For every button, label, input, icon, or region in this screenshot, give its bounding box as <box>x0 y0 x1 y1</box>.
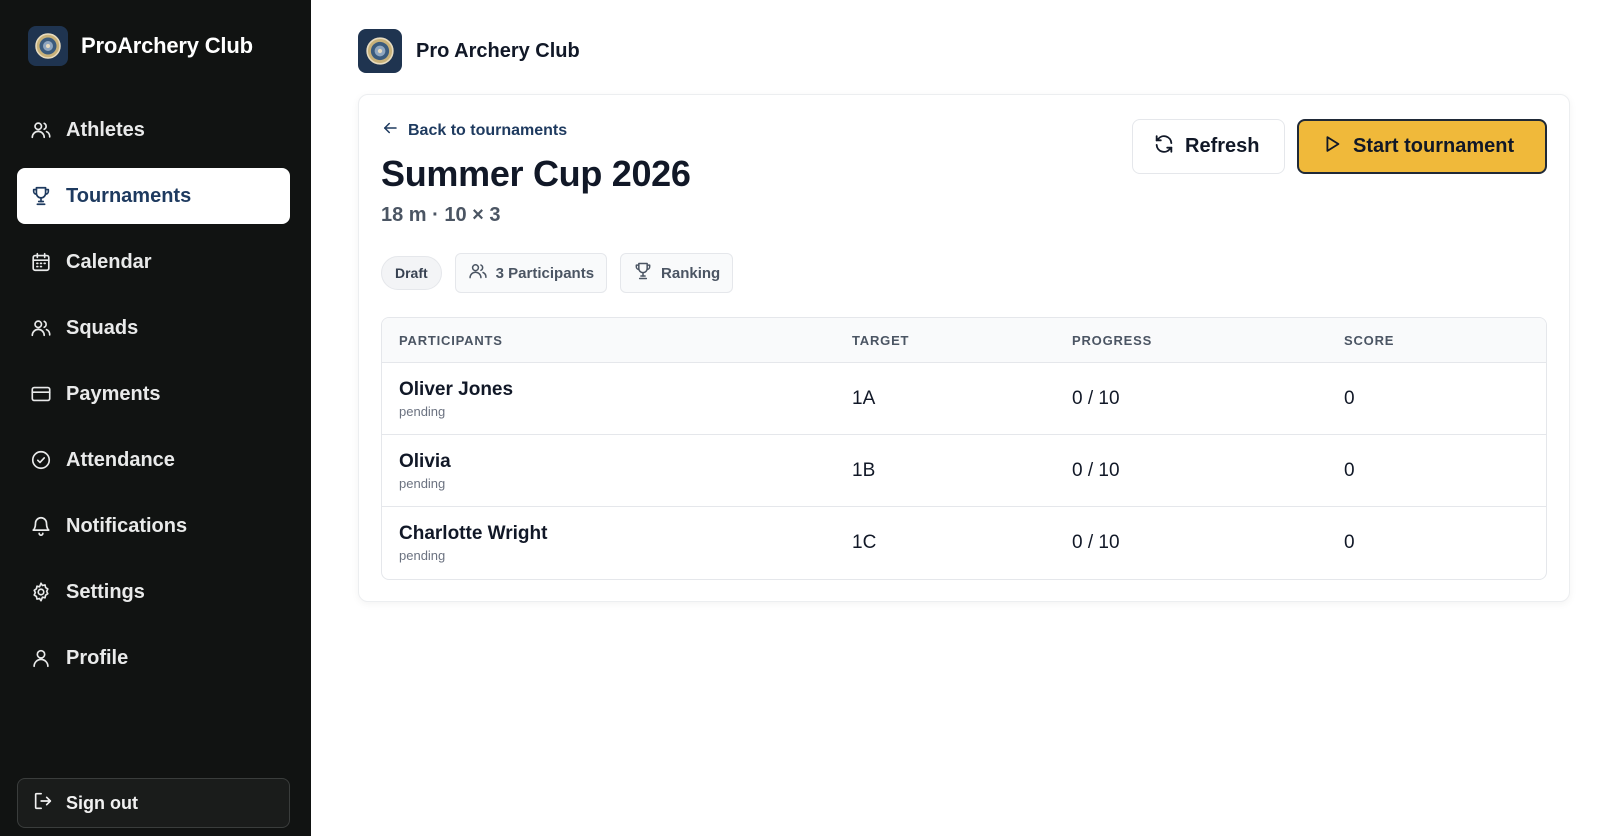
ranking-chip[interactable]: Ranking <box>620 253 734 293</box>
participants-table: PARTICIPANTS TARGET PROGRESS SCORE Olive… <box>381 317 1547 580</box>
refresh-label: Refresh <box>1185 135 1260 157</box>
tournament-title: Summer Cup 2026 <box>381 153 691 194</box>
gear-icon <box>30 581 52 603</box>
participants-chip-label: 3 Participants <box>495 264 595 282</box>
status-badge: Draft <box>381 256 442 290</box>
sign-out-icon <box>32 790 54 817</box>
column-header-participants[interactable]: PARTICIPANTS <box>382 333 852 348</box>
sidebar-item-label: Calendar <box>66 250 152 273</box>
participant-cell: Charlotte Wright pending <box>382 523 852 563</box>
start-tournament-label: Start tournament <box>1353 135 1515 157</box>
users-icon <box>468 261 488 285</box>
brand[interactable]: ProArchery Club <box>28 26 253 66</box>
tournament-chips: Draft 3 Participants Ranking <box>381 253 734 293</box>
tournament-actions: Refresh Start tournament <box>1132 119 1547 174</box>
participant-status: pending <box>399 403 446 419</box>
progress-cell: 0 / 10 <box>1072 459 1120 481</box>
sidebar-item-attendance[interactable]: Attendance <box>17 432 290 488</box>
column-header-progress[interactable]: PROGRESS <box>1072 333 1344 348</box>
sidebar-item-tournaments[interactable]: Tournaments <box>17 168 290 224</box>
bell-icon <box>30 515 52 537</box>
sign-out-button[interactable]: Sign out <box>17 778 290 828</box>
page-header-title: Pro Archery Club <box>416 39 580 62</box>
participants-chip[interactable]: 3 Participants <box>454 253 608 293</box>
column-header-score[interactable]: SCORE <box>1344 333 1546 348</box>
arrow-left-icon <box>381 119 399 142</box>
table-row[interactable]: Olivia pending 1B 0 / 10 0 <box>382 435 1546 507</box>
sidebar-item-label: Attendance <box>66 448 175 471</box>
sidebar-item-payments[interactable]: Payments <box>17 366 290 422</box>
club-logo <box>358 29 402 73</box>
credit-card-icon <box>30 383 52 405</box>
sidebar-item-settings[interactable]: Settings <box>17 564 290 620</box>
sidebar-item-label: Squads <box>66 316 139 339</box>
back-link-label: Back to tournaments <box>408 121 568 139</box>
sidebar-item-label: Payments <box>66 382 161 405</box>
back-to-tournaments-link[interactable]: Back to tournaments <box>381 119 567 142</box>
tournament-card: Back to tournaments Summer Cup 2026 18 m… <box>358 94 1570 602</box>
sidebar-item-profile[interactable]: Profile <box>17 630 290 686</box>
progress-cell: 0 / 10 <box>1072 387 1120 409</box>
table-header: PARTICIPANTS TARGET PROGRESS SCORE <box>382 318 1546 363</box>
participant-name: Charlotte Wright <box>399 523 548 544</box>
tournament-subtitle: 18 m · 10 × 3 <box>381 204 501 226</box>
sidebar-item-athletes[interactable]: Athletes <box>17 102 290 158</box>
sidebar-item-label: Notifications <box>66 514 188 537</box>
sidebar-item-label: Athletes <box>66 118 145 141</box>
participant-name: Oliver Jones <box>399 378 514 400</box>
target-cell: 1B <box>852 459 876 481</box>
sidebar-item-squads[interactable]: Squads <box>17 300 290 356</box>
check-circle-icon <box>30 449 52 471</box>
target-cell: 1C <box>852 532 877 553</box>
ranking-chip-label: Ranking <box>661 264 721 282</box>
table-row[interactable]: Charlotte Wright pending 1C 0 / 10 0 <box>382 507 1546 579</box>
calendar-icon <box>30 251 52 273</box>
sidebar-item-notifications[interactable]: Notifications <box>17 498 290 554</box>
sidebar-nav: Athletes Tournaments Calendar Squads Pay… <box>17 102 290 696</box>
participant-status: pending <box>399 548 446 563</box>
main-content: Pro Archery Club Back to tournaments Sum… <box>311 0 1600 836</box>
topbar: Pro Archery Club <box>358 29 580 73</box>
archery-target-logo-icon <box>366 37 394 65</box>
brand-name: ProArchery Club <box>81 33 253 58</box>
score-cell: 0 <box>1344 387 1355 409</box>
progress-cell: 0 / 10 <box>1072 532 1120 553</box>
users-icon <box>30 119 52 141</box>
table-row[interactable]: Oliver Jones pending 1A 0 / 10 0 <box>382 363 1546 435</box>
users-icon <box>30 317 52 339</box>
participant-status: pending <box>399 475 446 491</box>
refresh-button[interactable]: Refresh <box>1132 119 1285 174</box>
sidebar-item-label: Tournaments <box>66 184 192 207</box>
sidebar-item-label: Profile <box>66 646 129 669</box>
start-tournament-button[interactable]: Start tournament <box>1297 119 1547 174</box>
sidebar: ProArchery Club Athletes Tournaments Cal… <box>0 0 311 836</box>
participant-cell: Oliver Jones pending <box>382 379 852 419</box>
club-logo <box>28 26 68 66</box>
score-cell: 0 <box>1344 459 1355 481</box>
refresh-icon <box>1153 133 1175 161</box>
score-cell: 0 <box>1344 532 1355 553</box>
sign-out-label: Sign out <box>66 792 138 813</box>
target-cell: 1A <box>852 387 876 409</box>
sidebar-item-label: Settings <box>66 580 145 603</box>
participant-name: Olivia <box>399 450 451 472</box>
column-header-target[interactable]: TARGET <box>852 333 1072 348</box>
user-icon <box>30 647 52 669</box>
play-icon <box>1321 133 1343 161</box>
sidebar-item-calendar[interactable]: Calendar <box>17 234 290 290</box>
trophy-icon <box>633 261 653 285</box>
participant-cell: Olivia pending <box>382 451 852 491</box>
archery-target-logo-icon <box>35 33 61 59</box>
trophy-icon <box>30 185 52 207</box>
